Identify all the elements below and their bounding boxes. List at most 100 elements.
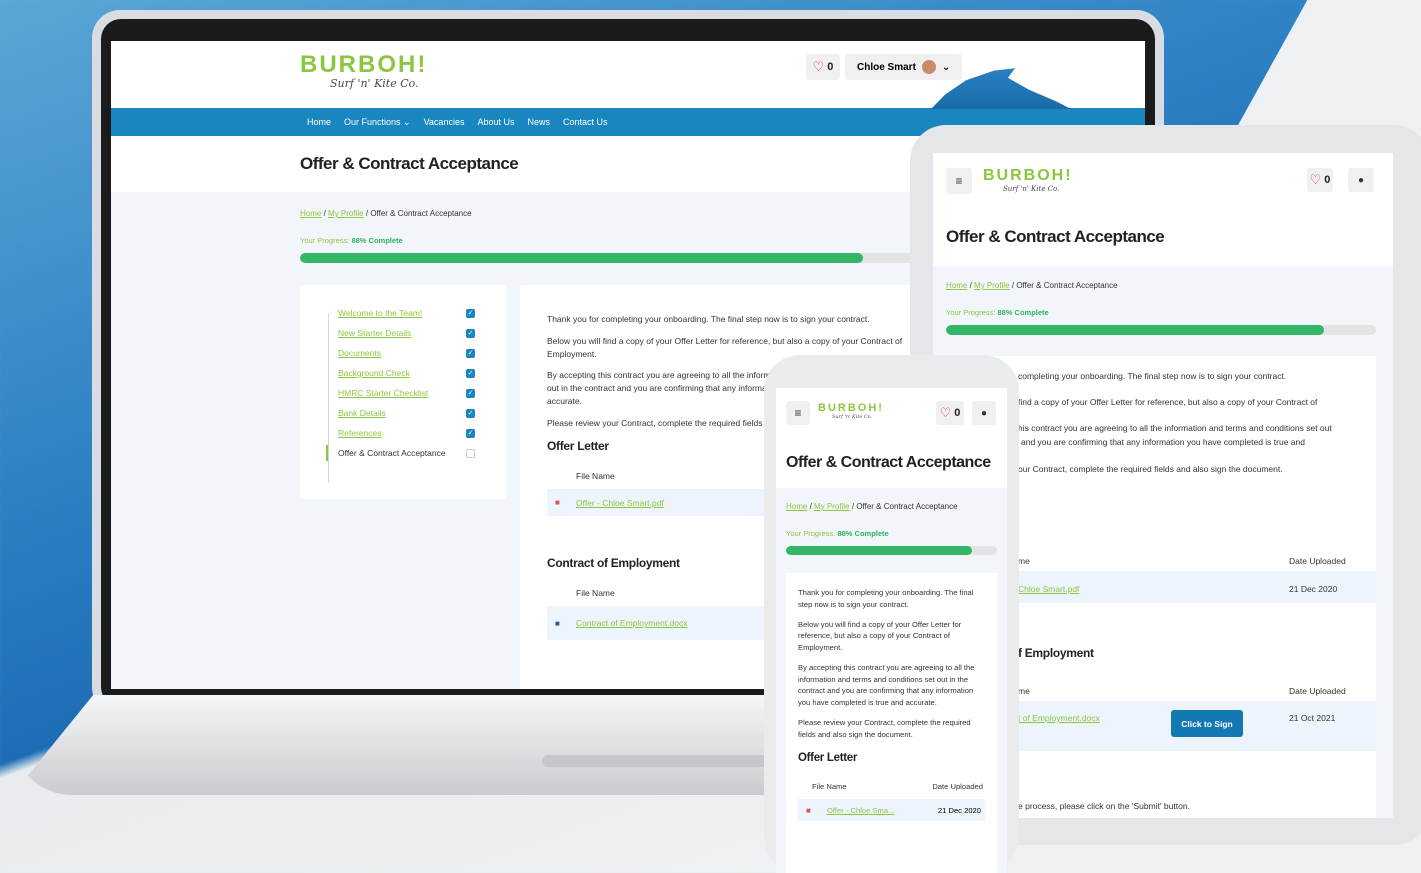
step-item[interactable]: Welcome to the Team! ✓ bbox=[326, 303, 506, 323]
steps-panel: Welcome to the Team! ✓ New Starter Detail… bbox=[300, 285, 506, 499]
page-title: Offer & Contract Acceptance bbox=[786, 454, 991, 471]
column-header-file-name: me bbox=[1018, 686, 1030, 696]
favourites-button[interactable]: ♡ 0 bbox=[1307, 168, 1333, 192]
step-label: HMRC Starter Checklist bbox=[338, 388, 429, 398]
nav-about-us[interactable]: About Us bbox=[477, 117, 514, 127]
user-menu-button[interactable]: Chloe Smart ⌄ bbox=[845, 54, 963, 80]
progress-fill bbox=[946, 325, 1325, 335]
chevron-down-icon: ⌄ bbox=[941, 61, 951, 73]
favourites-count: 0 bbox=[954, 407, 961, 419]
user-icon[interactable]: ● bbox=[1348, 168, 1374, 192]
progress-label: Your Progress: 88% Complete bbox=[946, 308, 1393, 317]
breadcrumb-separator: / bbox=[969, 281, 972, 290]
progress-value: 88% Complete bbox=[837, 529, 889, 538]
contract-heading: f Employment bbox=[1018, 646, 1094, 660]
title-bar: Offer & Contract Acceptance bbox=[776, 438, 1007, 488]
step-label: References bbox=[338, 428, 382, 438]
progress-fill bbox=[786, 546, 972, 555]
word-file-icon: ■ bbox=[555, 618, 560, 628]
hamburger-icon[interactable]: ≡ bbox=[946, 168, 972, 194]
breadcrumb: Home / My Profile / Offer & Contract Acc… bbox=[946, 281, 1393, 290]
logo-subtext: Surf 'n' Kite Co. bbox=[832, 414, 873, 420]
click-to-sign-button[interactable]: Click to Sign bbox=[1171, 710, 1243, 737]
step-item[interactable]: HMRC Starter Checklist ✓ bbox=[326, 383, 506, 403]
nav-vacancies[interactable]: Vacancies bbox=[424, 117, 465, 127]
logo-text: BURBOH! bbox=[300, 51, 428, 78]
checkbox-unchecked-icon bbox=[466, 448, 475, 458]
column-header-file-name: File Name bbox=[812, 782, 847, 792]
site-logo[interactable]: BURBOH! Surf 'n' Kite Co. bbox=[818, 402, 884, 420]
favourites-button[interactable]: ♡ 0 bbox=[936, 401, 964, 425]
page-body: Home / My Profile / Offer & Contract Acc… bbox=[776, 488, 1007, 873]
logo-subtext: Surf 'n' Kite Co. bbox=[330, 77, 419, 90]
step-label: Bank Details bbox=[338, 408, 386, 418]
step-item[interactable]: New Starter Details ✓ bbox=[326, 323, 506, 343]
step-label: Documents bbox=[338, 348, 381, 358]
site-logo[interactable]: BURBOH! Surf 'n' Kite Co. bbox=[983, 167, 1073, 193]
offer-file-link[interactable]: Chloe Smart.pdf bbox=[1018, 584, 1079, 594]
checkbox-checked-icon: ✓ bbox=[466, 388, 475, 398]
column-header-date: Date Uploaded bbox=[1289, 686, 1346, 696]
content-panel: Thank you for completing your onboarding… bbox=[786, 573, 997, 873]
progress-label-text: Your Progress: bbox=[300, 236, 350, 245]
step-item[interactable]: References ✓ bbox=[326, 423, 506, 443]
hamburger-icon[interactable]: ≡ bbox=[786, 401, 810, 425]
progress-label: Your Progress: 88% Complete bbox=[786, 529, 1007, 538]
pdf-file-icon: ■ bbox=[806, 805, 811, 815]
progress-value: 88% Complete bbox=[997, 308, 1049, 317]
breadcrumb-home[interactable]: Home bbox=[300, 209, 321, 218]
site-logo[interactable]: BURBOH! Surf 'n' Kite Co. bbox=[300, 51, 427, 90]
nav-contact-us[interactable]: Contact Us bbox=[563, 117, 608, 127]
breadcrumb-separator: / bbox=[365, 209, 369, 218]
checkbox-checked-icon: ✓ bbox=[466, 428, 475, 438]
breadcrumb-my-profile[interactable]: My Profile bbox=[974, 281, 1010, 290]
progress-bar bbox=[946, 325, 1376, 335]
offer-letter-heading: Offer Letter bbox=[798, 752, 858, 765]
breadcrumb-home[interactable]: Home bbox=[946, 281, 967, 290]
progress-value: 88% Complete bbox=[351, 236, 403, 245]
heart-icon: ♡ bbox=[939, 405, 952, 420]
checkbox-checked-icon: ✓ bbox=[466, 408, 475, 418]
phone-header: ≡ BURBOH! Surf 'n' Kite Co. ♡ 0 ● bbox=[776, 388, 1007, 438]
contract-file-link[interactable]: t of Employment.docx bbox=[1018, 713, 1100, 723]
step-item-current[interactable]: Offer & Contract Acceptance bbox=[326, 443, 506, 463]
logo-subtext: Surf 'n' Kite Co. bbox=[1003, 185, 1060, 193]
contract-file-link[interactable]: Contract of Employment.docx bbox=[576, 618, 688, 628]
title-bar: Offer & Contract Acceptance bbox=[933, 208, 1393, 266]
intro-text: Thank you for completing your onboarding… bbox=[547, 314, 870, 324]
offer-file-link[interactable]: Offer - Chloe Sma... bbox=[827, 806, 894, 815]
breadcrumb-separator: / bbox=[323, 209, 326, 218]
step-item[interactable]: Background Check ✓ bbox=[326, 363, 506, 383]
checkbox-checked-icon: ✓ bbox=[466, 348, 475, 358]
breadcrumb-my-profile[interactable]: My Profile bbox=[814, 502, 850, 511]
favourites-count: 0 bbox=[1324, 174, 1331, 186]
offer-text: Below you will find a copy of your Offer… bbox=[798, 619, 962, 653]
step-item[interactable]: Documents ✓ bbox=[326, 343, 506, 363]
nav-news[interactable]: News bbox=[527, 117, 550, 127]
checkbox-checked-icon: ✓ bbox=[466, 308, 475, 318]
breadcrumb-my-profile[interactable]: My Profile bbox=[328, 209, 364, 218]
heart-icon: ♡ bbox=[812, 59, 825, 74]
column-header-file-name: me bbox=[1018, 556, 1030, 566]
progress-label-text: Your Progress: bbox=[946, 308, 996, 317]
breadcrumb: Home / My Profile / Offer & Contract Acc… bbox=[786, 502, 1007, 511]
intro-text: Thank you for completing your onboarding… bbox=[798, 588, 974, 609]
offer-date: 21 Dec 2020 bbox=[1289, 584, 1338, 594]
progress-label-text: Your Progress: bbox=[786, 529, 836, 538]
breadcrumb-current: Offer & Contract Acceptance bbox=[1016, 281, 1118, 290]
breadcrumb-home[interactable]: Home bbox=[786, 502, 807, 511]
nav-our-functions[interactable]: Our Functions ⌄ bbox=[344, 117, 411, 128]
breadcrumb-current: Offer & Contract Acceptance bbox=[856, 502, 958, 511]
favourites-button[interactable]: ♡ 0 bbox=[806, 54, 840, 80]
column-header-date: Date Uploaded bbox=[1289, 556, 1346, 566]
progress-bar bbox=[786, 546, 997, 555]
submit-hint: e process, please click on the 'Submit' … bbox=[1018, 801, 1190, 811]
table-header: File Name Date Uploaded bbox=[798, 782, 985, 791]
checkbox-checked-icon: ✓ bbox=[466, 328, 475, 338]
step-item[interactable]: Bank Details ✓ bbox=[326, 403, 506, 423]
offer-file-link[interactable]: Offer - Chloe Smart.pdf bbox=[576, 498, 664, 508]
progress-fill bbox=[300, 253, 864, 263]
user-icon[interactable]: ● bbox=[972, 401, 996, 425]
step-label: Offer & Contract Acceptance bbox=[338, 448, 446, 458]
nav-home[interactable]: Home bbox=[307, 117, 331, 127]
